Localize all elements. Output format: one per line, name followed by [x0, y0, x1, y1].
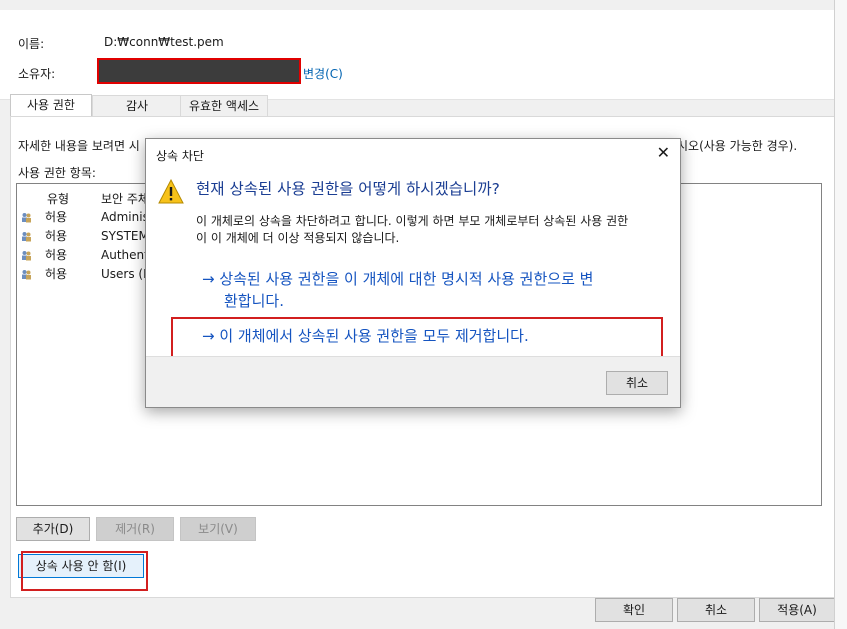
background-window-edge — [834, 0, 847, 629]
tab-effective-access[interactable]: 유효한 액세스 — [180, 95, 268, 116]
dialog-description: 이 개체로의 상속을 차단하려고 합니다. 이렇게 하면 부모 개체로부터 상속… — [196, 213, 676, 247]
description-line-1: 이 개체로의 상속을 차단하려고 합니다. 이렇게 하면 부모 개체로부터 상속… — [196, 214, 629, 228]
users-icon — [22, 213, 31, 223]
option1-line-2: 환합니다. — [224, 292, 284, 310]
dialog-cancel-button[interactable]: 취소 — [606, 371, 668, 395]
table-row[interactable]: 허용 Authent — [21, 246, 161, 264]
row-principal: SYSTEM — [101, 229, 149, 243]
name-value: D:₩conn₩test.pem — [104, 35, 224, 49]
change-owner-link[interactable]: 변경(C) — [303, 65, 343, 82]
table-row[interactable]: 허용 SYSTEM — [21, 227, 161, 245]
dialog-heading: 현재 상속된 사용 권한을 어떻게 하시겠습니까? — [196, 180, 500, 198]
row-principal: Authent — [101, 248, 149, 262]
table-row[interactable]: 허용 Users (D — [21, 265, 161, 283]
users-icon — [22, 251, 31, 261]
column-header-type[interactable]: 유형 — [47, 190, 69, 207]
owner-value-redacted — [97, 58, 301, 84]
close-icon[interactable]: ✕ — [657, 143, 670, 162]
dialog-footer: 취소 — [146, 356, 680, 407]
row-principal: Adminis — [101, 210, 149, 224]
table-row[interactable]: 허용 Adminis — [21, 208, 161, 226]
row-type: 허용 — [45, 210, 68, 224]
tab-auditing[interactable]: 감사 — [92, 95, 182, 116]
highlight-remove-option — [171, 317, 663, 358]
highlight-disable-inheritance — [21, 551, 148, 591]
view-button[interactable]: 보기(V) — [180, 517, 256, 541]
users-icon — [22, 270, 31, 280]
add-button[interactable]: 추가(D) — [16, 517, 90, 541]
owner-label: 소유자: — [18, 67, 56, 81]
remove-button[interactable]: 제거(R) — [96, 517, 174, 541]
info-text-right: 시오(사용 가능한 경우). — [677, 139, 798, 153]
dialog-title: 상속 차단 — [156, 149, 204, 163]
properties-header — [0, 10, 834, 100]
row-type: 허용 — [45, 248, 68, 262]
users-icon — [22, 232, 31, 242]
cancel-button[interactable]: 취소 — [677, 598, 755, 622]
tab-permissions[interactable]: 사용 권한 — [10, 94, 92, 117]
ok-button[interactable]: 확인 — [595, 598, 673, 622]
option1-line-1: → 상속된 사용 권한을 이 개체에 대한 명시적 사용 권한으로 변 — [202, 270, 594, 288]
block-inheritance-dialog: 상속 차단 ✕ 현재 상속된 사용 권한을 어떻게 하시겠습니까? 이 개체로의… — [145, 138, 681, 408]
name-label: 이름: — [18, 37, 45, 51]
row-type: 허용 — [45, 229, 68, 243]
warning-icon — [158, 179, 184, 204]
info-text-left: 자세한 내용을 보려면 시 — [18, 139, 140, 153]
apply-button[interactable]: 적용(A) — [759, 598, 835, 622]
row-type: 허용 — [45, 267, 68, 281]
column-header-principal[interactable]: 보안 주체 — [101, 190, 149, 207]
convert-to-explicit-option[interactable]: → 상속된 사용 권한을 이 개체에 대한 명시적 사용 권한으로 변 환합니다… — [202, 268, 672, 312]
description-line-2: 이 이 개체에 더 이상 적용되지 않습니다. — [196, 231, 400, 245]
permission-entries-label: 사용 권한 항목: — [18, 166, 96, 180]
